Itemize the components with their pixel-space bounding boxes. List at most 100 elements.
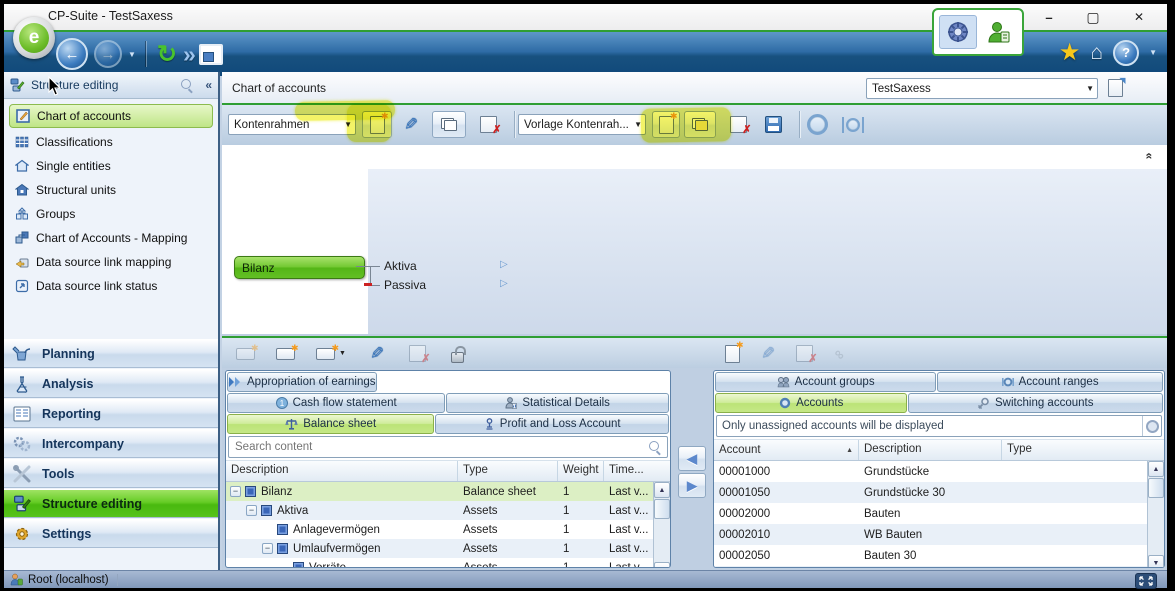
table-row[interactable]: 00002060 WB Bauten 30 [714, 566, 1164, 568]
history-dropdown-icon[interactable] [128, 50, 136, 59]
collapse-box-icon[interactable] [262, 543, 273, 554]
nav-item-tools[interactable]: Tools [4, 459, 218, 488]
tree-node-passiva[interactable]: Passiva [384, 278, 426, 292]
column-header-time[interactable]: Time... [604, 461, 652, 481]
edit-chart-button[interactable] [396, 111, 426, 138]
expand-window-button[interactable] [1135, 573, 1157, 589]
tree-collapse-minus-icon[interactable] [364, 283, 372, 286]
help-dropdown-icon[interactable] [1149, 48, 1157, 57]
expand-triangle-icon[interactable] [500, 259, 508, 270]
assign-right-arrow-button[interactable] [678, 473, 706, 498]
table-row[interactable]: Anlagevermögen Assets 1 Last v... [226, 520, 670, 539]
scrollbar-thumb[interactable] [654, 499, 670, 519]
tab-appropriation-of-earnings[interactable]: Appropriation of earnings [227, 372, 377, 392]
unlink-account-button[interactable] [824, 341, 856, 366]
nav-item-reporting[interactable]: Reporting [4, 399, 218, 428]
table-row[interactable]: 00002000 Bauten [714, 503, 1164, 524]
tab-profit-and-loss-account[interactable]: Profit and Loss Account [435, 414, 669, 434]
scroll-down-icon[interactable]: ▼ [654, 562, 670, 568]
search-icon[interactable] [181, 79, 193, 91]
new-node-menu-button[interactable] [308, 341, 354, 366]
admin-mode-button[interactable] [939, 15, 977, 49]
sidebar-item-chart-of-accounts-mapping[interactable]: Chart of Accounts - Mapping [4, 226, 218, 250]
tree-node-aktiva[interactable]: Aktiva [384, 259, 417, 273]
vertical-scrollbar[interactable]: ▲ ▼ [1147, 461, 1164, 568]
save-button[interactable] [758, 111, 788, 138]
window-layout-icon[interactable] [199, 44, 223, 65]
back-button[interactable] [56, 38, 88, 70]
scroll-down-icon[interactable]: ▼ [1148, 555, 1164, 568]
table-row[interactable]: 00001050 Grundstücke 30 [714, 482, 1164, 503]
collapse-box-icon[interactable] [246, 505, 257, 516]
column-header-account[interactable]: Account ▲ [714, 440, 859, 460]
collapse-sidebar-icon[interactable]: « [205, 78, 212, 92]
new-sibling-node-button[interactable] [228, 341, 262, 366]
table-row[interactable]: 00001000 Grundstücke [714, 461, 1164, 482]
expand-triangle-icon[interactable] [500, 278, 508, 289]
tree-node-bilanz[interactable]: Bilanz [234, 256, 365, 279]
table-row[interactable]: 00002050 Bauten 30 [714, 545, 1164, 566]
scenario-combobox[interactable]: TestSaxess [866, 78, 1098, 99]
favorites-star-icon[interactable] [1059, 38, 1081, 67]
minimize-button[interactable] [1032, 6, 1066, 28]
table-row[interactable]: 00002010 WB Bauten [714, 524, 1164, 545]
tab-cash-flow-statement[interactable]: 1 Cash flow statement [227, 393, 445, 413]
user-mode-button[interactable] [981, 16, 1017, 48]
unlock-button[interactable] [440, 341, 474, 366]
tab-account-groups[interactable]: Account groups [715, 372, 936, 392]
search-input[interactable] [229, 441, 649, 453]
tab-statistical-details[interactable]: Statistical Details [446, 393, 669, 413]
search-icon[interactable] [649, 441, 661, 453]
refresh-icon[interactable] [157, 40, 177, 69]
assign-left-arrow-button[interactable] [678, 446, 706, 471]
column-header-type[interactable]: Type [458, 461, 558, 481]
nav-item-planning[interactable]: Planning [4, 339, 218, 368]
scrollbar-thumb[interactable] [1148, 478, 1164, 498]
edit-node-button[interactable] [360, 341, 394, 366]
scroll-up-icon[interactable]: ▲ [1148, 461, 1164, 477]
tab-account-ranges[interactable]: Account ranges [937, 372, 1163, 392]
sidebar-item-classifications[interactable]: Classifications [4, 130, 218, 154]
sidebar-item-chart-of-accounts[interactable]: Chart of accounts [9, 104, 213, 128]
column-header-description[interactable]: Description [859, 440, 1002, 460]
fast-forward-icon[interactable] [183, 41, 193, 68]
help-button[interactable]: ? [1113, 40, 1139, 66]
new-account-button[interactable] [716, 341, 748, 366]
nav-item-analysis[interactable]: Analysis [4, 369, 218, 398]
table-row[interactable]: Bilanz Balance sheet 1 Last v... [226, 482, 670, 501]
nav-item-intercompany[interactable]: Intercompany [4, 429, 218, 458]
delete-chart-button[interactable] [472, 111, 504, 138]
close-button[interactable] [1122, 6, 1156, 28]
show-all-nodes-button[interactable] [802, 111, 832, 138]
fit-view-button[interactable] [836, 111, 870, 138]
collapse-panel-icon[interactable] [1143, 153, 1157, 160]
filter-options-button[interactable] [1142, 416, 1161, 436]
tab-switching-accounts[interactable]: Switching accounts [908, 393, 1163, 413]
table-row[interactable]: Umlaufvermögen Assets 1 Last v... [226, 539, 670, 558]
delete-account-button[interactable] [788, 341, 820, 366]
table-row[interactable]: Aktiva Assets 1 Last v... [226, 501, 670, 520]
column-header-type[interactable]: Type [1002, 440, 1142, 460]
scroll-up-icon[interactable]: ▲ [654, 482, 670, 498]
copy-chart-button[interactable] [432, 111, 466, 138]
scenario-new-button[interactable]: ◥ [1104, 77, 1126, 99]
new-child-node-button[interactable] [268, 341, 302, 366]
tab-balance-sheet[interactable]: Balance sheet [227, 414, 434, 434]
maximize-button[interactable] [1076, 6, 1110, 28]
edit-account-button[interactable] [752, 341, 784, 366]
sidebar-item-data-source-link-mapping[interactable]: Data source link mapping [4, 250, 218, 274]
sidebar-item-single-entities[interactable]: Single entities [4, 154, 218, 178]
tab-accounts[interactable]: Accounts [715, 393, 907, 413]
column-header-description[interactable]: Description [226, 461, 458, 481]
collapse-box-icon[interactable] [230, 486, 241, 497]
sidebar-item-structural-units[interactable]: Structural units [4, 178, 218, 202]
nav-item-structure-editing[interactable]: Structure editing [4, 489, 218, 518]
table-row[interactable]: Vorräte Assets 1 Last v... [226, 558, 670, 568]
forward-button[interactable] [94, 40, 122, 68]
nav-item-settings[interactable]: Settings [4, 519, 218, 548]
accounts-filter-bar[interactable]: Only unassigned accounts will be display… [716, 415, 1162, 437]
vertical-scrollbar[interactable]: ▲ ▼ [653, 482, 670, 568]
sidebar-item-groups[interactable]: Groups [4, 202, 218, 226]
delete-node-button[interactable] [400, 341, 434, 366]
sidebar-item-data-source-link-status[interactable]: Data source link status [4, 274, 218, 298]
